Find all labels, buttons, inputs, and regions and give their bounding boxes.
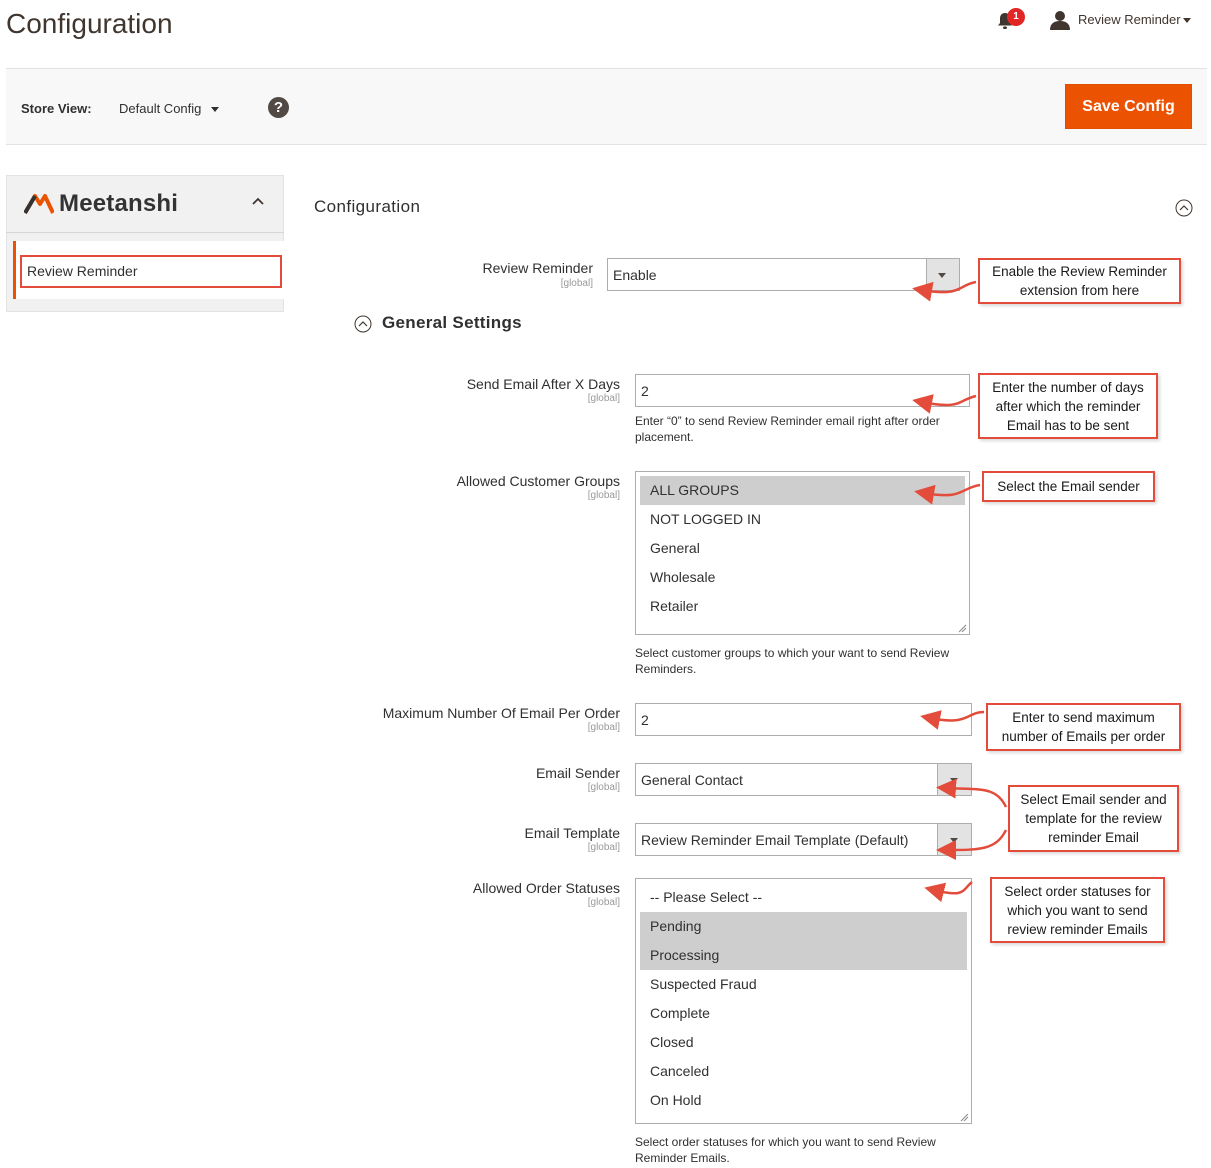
resize-handle-icon[interactable] [957,623,967,633]
input-value: 2 [641,382,649,399]
help-icon[interactable]: ? [268,97,289,118]
chevron-up-icon[interactable] [251,196,265,206]
field-scope: [global] [587,490,620,501]
field-scope: [global] [587,842,620,853]
user-menu-name[interactable]: Review Reminder [1078,12,1181,27]
multiselect-option[interactable]: On Hold [640,1086,967,1115]
multiselect-option[interactable]: Pending [640,912,967,941]
multiselect-option[interactable]: Suspected Fraud [640,970,967,999]
multiselect-option[interactable]: Complete [640,999,967,1028]
store-view-label: Store View: [21,101,92,116]
select-value: Review Reminder Email Template (Default) [641,831,909,848]
meetanshi-logo-icon [24,194,54,215]
user-icon[interactable] [1049,10,1071,30]
collapse-icon[interactable] [1175,199,1193,217]
field-scope: [global] [587,393,620,404]
section-title[interactable]: Configuration [314,197,420,217]
field-label-send-after-days: Send Email After X Days [466,376,620,392]
annotation-callout: Select the Email sender [982,471,1155,502]
annotation-callout: Enter to send maximum number of Emails p… [986,703,1181,751]
select-value: General Contact [641,771,743,788]
multiselect-option[interactable]: Closed [640,1028,967,1057]
multiselect-option[interactable]: Canceled [640,1057,967,1086]
chevron-down-icon [950,778,958,783]
multiselect-option[interactable]: Processing [640,941,967,970]
field-label-max-emails: Maximum Number Of Email Per Order [382,705,620,721]
input-value: 2 [641,711,649,728]
field-label-customer-groups: Allowed Customer Groups [456,473,620,489]
email-template-select[interactable]: Review Reminder Email Template (Default) [635,823,972,856]
sidebar-item-label: Review Reminder [27,263,138,279]
field-scope: [global] [560,278,593,289]
multiselect-option[interactable]: Retailer [640,592,965,621]
collapse-icon[interactable] [354,315,372,333]
chevron-down-icon[interactable] [1183,18,1191,23]
notification-count-badge[interactable]: 1 [1007,8,1025,26]
brand-name: Meetanshi [59,190,179,217]
multiselect-option[interactable]: ALL GROUPS [640,476,965,505]
annotation-callout: Select order statuses for which you want… [990,877,1165,943]
page-title: Configuration [6,8,173,39]
field-note: Enter “0” to send Review Reminder email … [635,414,940,444]
chevron-down-icon [950,838,958,843]
chevron-down-icon[interactable] [211,107,219,112]
annotation-callout: Select Email sender and template for the… [1008,785,1179,852]
field-label-email-template: Email Template [524,825,620,841]
multiselect-option[interactable]: -- Please Select -- [640,883,967,912]
general-settings-title[interactable]: General Settings [382,313,522,333]
review-reminder-select[interactable]: Enable [607,258,960,291]
chevron-down-icon [938,273,946,278]
select-value: Enable [613,266,657,283]
field-scope: [global] [587,897,620,908]
field-note: Select order statuses for which you want… [635,1135,936,1165]
field-label-review-reminder: Review Reminder [482,260,593,276]
annotation-callout: Enter the number of days after which the… [978,373,1158,439]
multiselect-option[interactable]: NOT LOGGED IN [640,505,965,534]
field-label-order-statuses: Allowed Order Statuses [472,880,620,896]
field-scope: [global] [587,782,620,793]
resize-handle-icon[interactable] [959,1112,969,1122]
multiselect-option[interactable]: General [640,534,965,563]
field-label-email-sender: Email Sender [535,765,620,781]
save-config-button[interactable]: Save Config [1065,84,1192,129]
store-view-switcher[interactable]: Default Config [119,101,201,116]
email-sender-select[interactable]: General Contact [635,763,972,796]
field-scope: [global] [587,722,620,733]
send-after-days-input[interactable]: 2 [635,374,970,407]
multiselect-option[interactable]: Wholesale [640,563,965,592]
field-note: Select customer groups to which your wan… [635,646,950,676]
max-emails-input[interactable]: 2 [635,703,972,736]
annotation-callout: Enable the Review Reminder extension fro… [978,258,1181,304]
